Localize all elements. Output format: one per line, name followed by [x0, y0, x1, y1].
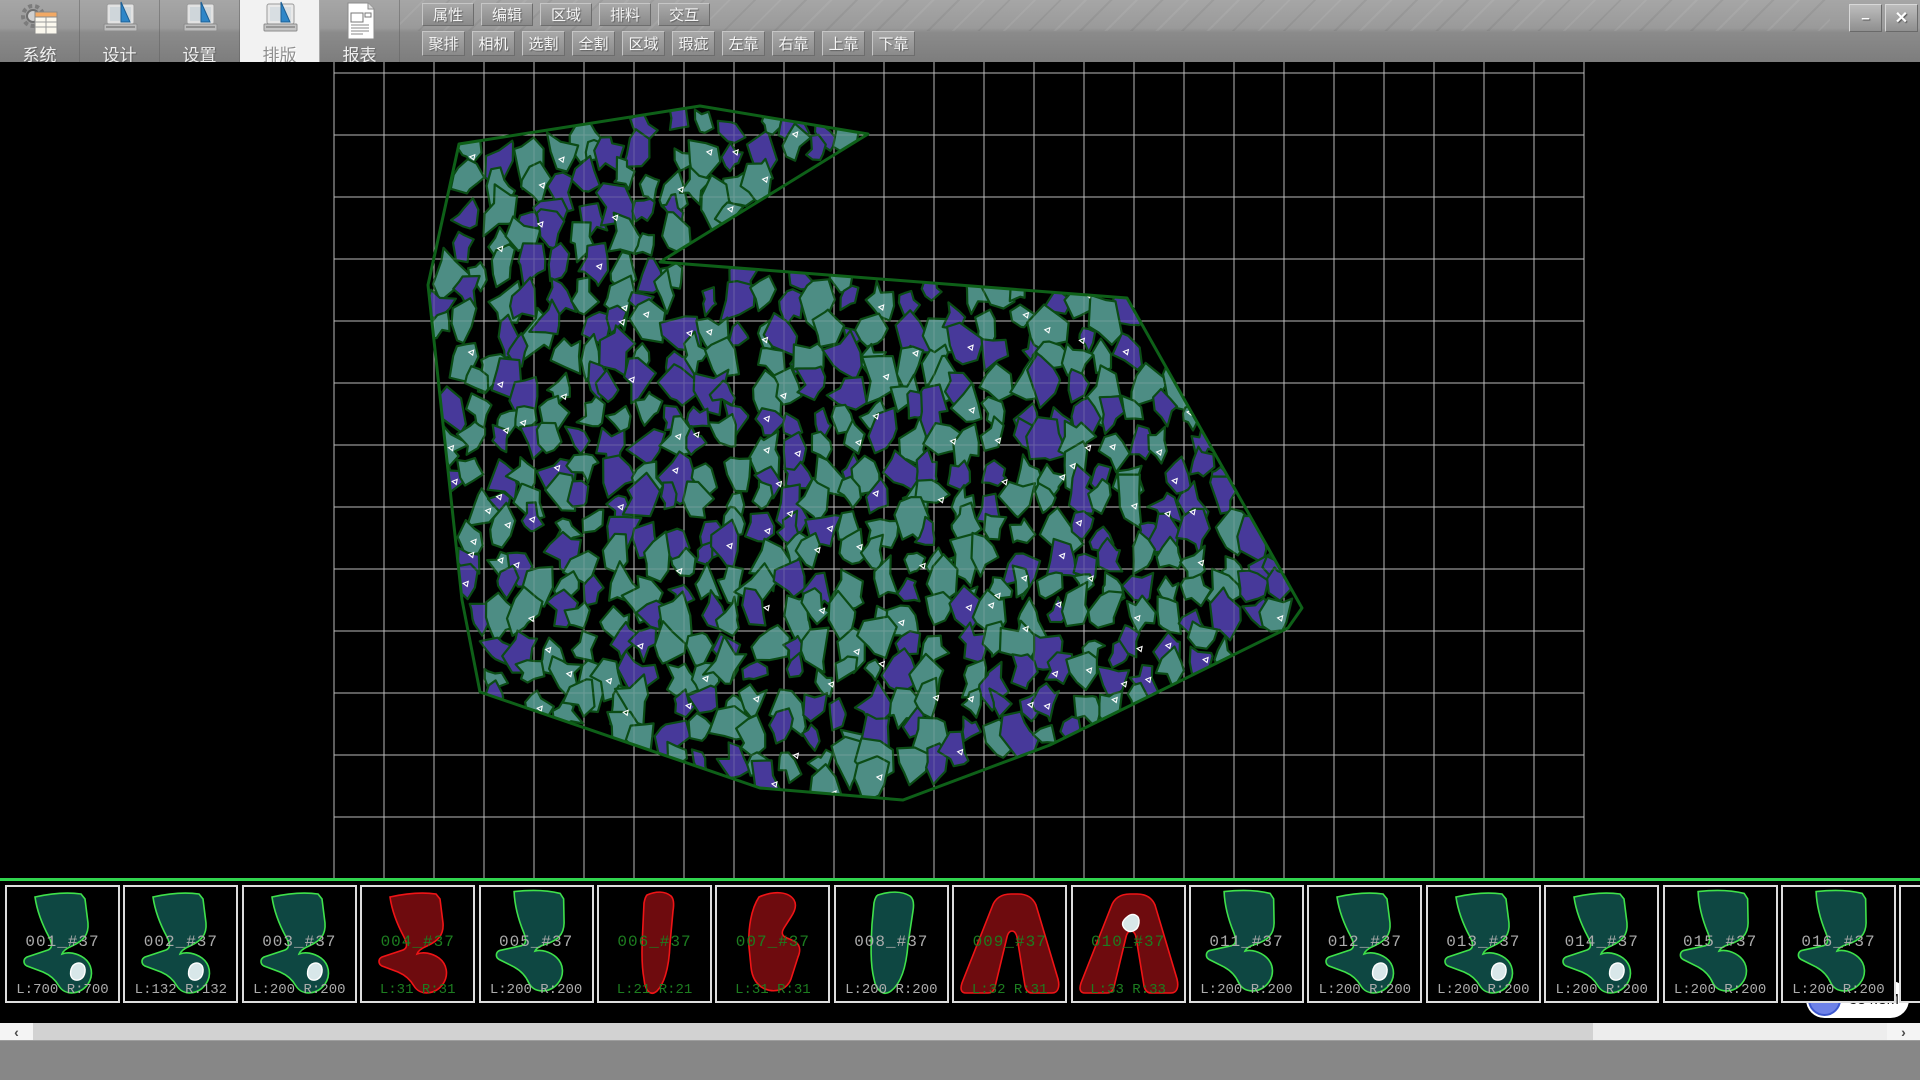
design-icon — [98, 1, 142, 46]
piece-id-label: 009_#37 — [954, 933, 1065, 951]
status-bar — [0, 1040, 1920, 1080]
menu-button-区域[interactable]: 区域 — [540, 3, 592, 26]
piece-thumbnail-001_#37[interactable]: 001_#37 L:700 R:700 — [5, 885, 120, 1003]
menu-button-左靠[interactable]: 左靠 — [722, 31, 765, 56]
nesting-canvas[interactable] — [0, 62, 1920, 878]
scroll-left-arrow-icon[interactable]: ‹ — [0, 1023, 33, 1040]
piece-id-label: 006_#37 — [599, 933, 710, 951]
menu-button-属性[interactable]: 属性 — [422, 3, 474, 26]
piece-lr-label: L:200 R:200 — [1665, 982, 1776, 998]
piece-id-label: 004_#37 — [362, 933, 473, 951]
piece-id-label: 003_#37 — [244, 933, 355, 951]
piece-thumbnail-012_#37[interactable]: 012_#37 L:200 R:200 — [1307, 885, 1422, 1003]
piece-lr-label: L:200 R:200 — [1309, 982, 1420, 998]
piece-thumbnail-010_#37[interactable]: 010_#37 L:33 R:33 — [1071, 885, 1186, 1003]
piece-lr-label: L:132 R:132 — [125, 982, 236, 998]
scrollbar-thumb[interactable] — [33, 1023, 1593, 1040]
piece-lr-label: L:21 R:21 — [599, 982, 710, 998]
piece-thumbnail-003_#37[interactable]: 003_#37 L:200 R:200 — [242, 885, 357, 1003]
piece-thumbnail-011_#37[interactable]: 011_#37 L:200 R:200 — [1189, 885, 1304, 1003]
piece-lr-label: L:31 R:31 — [717, 982, 828, 998]
menu-row-1: 属性编辑区域排料交互 — [422, 3, 710, 26]
menu-button-选割[interactable]: 选割 — [522, 31, 565, 56]
close-button[interactable]: ✕ — [1885, 4, 1918, 32]
piece-thumbnail-002_#37[interactable]: 002_#37 L:132 R:132 — [123, 885, 238, 1003]
piece-thumbnail-004_#37[interactable]: 004_#37 L:31 R:31 — [360, 885, 475, 1003]
piece-thumbnail-014_#37[interactable]: 014_#37 L:200 R:200 — [1544, 885, 1659, 1003]
menu-button-下靠[interactable]: 下靠 — [872, 31, 915, 56]
menu-button-编辑[interactable]: 编辑 — [481, 3, 533, 26]
piece-lr-label: L:200 R:200 — [1191, 982, 1302, 998]
piece-lr-label: L:200 R:200 — [1428, 982, 1539, 998]
piece-id-label: 016_#37 — [1783, 933, 1894, 951]
piece-thumbnail-005_#37[interactable]: 005_#37 L:200 R:200 — [479, 885, 594, 1003]
scroll-right-arrow-icon[interactable]: › — [1887, 1023, 1920, 1040]
report-icon — [338, 1, 382, 46]
piece-id-label: 001_#37 — [7, 933, 118, 951]
menu-button-排料[interactable]: 排料 — [599, 3, 651, 26]
layout-icon — [258, 1, 302, 46]
menu-button-瑕疵[interactable]: 瑕疵 — [672, 31, 715, 56]
piece-thumbnail-013_#37[interactable]: 013_#37 L:200 R:200 — [1426, 885, 1541, 1003]
piece-id-label: 012_#37 — [1309, 933, 1420, 951]
piece-thumbnail-008_#37[interactable]: 008_#37 L:200 R:200 — [834, 885, 949, 1003]
piece-id-label: 008_#37 — [836, 933, 947, 951]
tab-系统[interactable]: 系统 — [0, 0, 80, 62]
leather-hide-nest — [0, 62, 1920, 878]
piece-id-label: 011_#37 — [1191, 933, 1302, 951]
menu-button-右靠[interactable]: 右靠 — [772, 31, 815, 56]
piece-lr-label: L:33 R:33 — [1073, 982, 1184, 998]
piece-lr-label: L:200 R:200 — [481, 982, 592, 998]
menu-button-相机[interactable]: 相机 — [472, 31, 515, 56]
piece-thumbnail-016_#37[interactable]: 016_#37 L:200 R:200 — [1781, 885, 1896, 1003]
piece-lr-label: L:200 R:200 — [244, 982, 355, 998]
piece-id-label: 005_#37 — [481, 933, 592, 951]
piece-thumbnail-015_#37[interactable]: 015_#37 L:200 R:200 — [1663, 885, 1778, 1003]
menu-button-上靠[interactable]: 上靠 — [822, 31, 865, 56]
settings-icon — [178, 1, 222, 46]
piece-lr-label: L:32 R:31 — [954, 982, 1065, 998]
system-icon — [18, 1, 62, 46]
horizontal-scrollbar[interactable]: ‹ › — [0, 1023, 1920, 1040]
piece-lr-label: L:700 R:700 — [7, 982, 118, 998]
piece-thumbnail-007_#37[interactable]: 007_#37 L:31 R:31 — [715, 885, 830, 1003]
piece-thumbnail-006_#37[interactable]: 006_#37 L:21 R:21 — [597, 885, 712, 1003]
piece-id-label: 015_#37 — [1665, 933, 1776, 951]
piece-film-strip: 38% 384.8M 001_#37L:700 R:700002_#37L:13… — [0, 878, 1920, 1023]
minimize-button[interactable]: – — [1849, 4, 1882, 32]
tab-设置[interactable]: 设置 — [160, 0, 240, 62]
piece-id-label: 007_#37 — [717, 933, 828, 951]
piece-thumbnail-009_#37[interactable]: 009_#37 L:32 R:31 — [952, 885, 1067, 1003]
piece-lr-label: L:200 R:200 — [836, 982, 947, 998]
menu-row-2: 聚排相机选割全割区域瑕疵左靠右靠上靠下靠 — [422, 31, 915, 56]
menu-button-聚排[interactable]: 聚排 — [422, 31, 465, 56]
tab-设计[interactable]: 设计 — [80, 0, 160, 62]
tab-报表[interactable]: 报表 — [320, 0, 400, 62]
piece-lr-label: L:200 R:200 — [1783, 982, 1894, 998]
piece-lr-label: L:31 R:31 — [362, 982, 473, 998]
toolbar: 系统设计设置排版报表 属性编辑区域排料交互 聚排相机选割全割区域瑕疵左靠右靠上靠… — [0, 0, 1920, 62]
main-tab-bar: 系统设计设置排版报表 — [0, 0, 400, 62]
menu-button-交互[interactable]: 交互 — [658, 3, 710, 26]
piece-id-label: 010_#37 — [1073, 933, 1184, 951]
strip-divider-line — [0, 878, 1920, 881]
piece-id-label: 002_#37 — [125, 933, 236, 951]
piece-id-label: 013_#37 — [1428, 933, 1539, 951]
menu-button-区域[interactable]: 区域 — [622, 31, 665, 56]
piece-thumbnail-partial[interactable] — [1899, 885, 1920, 1003]
tab-排版[interactable]: 排版 — [240, 0, 320, 62]
piece-id-label: 014_#37 — [1546, 933, 1657, 951]
menu-button-全割[interactable]: 全割 — [572, 31, 615, 56]
piece-lr-label: L:200 R:200 — [1546, 982, 1657, 998]
